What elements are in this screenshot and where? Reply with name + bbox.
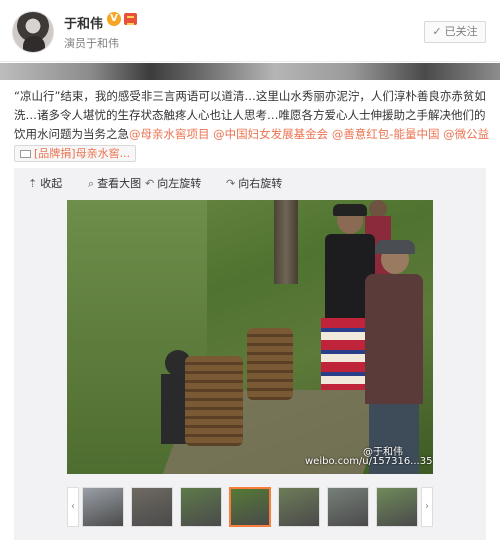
rotate-right-button[interactable]: ↷ 向右旋转	[226, 177, 282, 191]
thumbnail-strip: ‹ ›	[14, 482, 486, 532]
mention-link[interactable]: @微公益	[443, 127, 489, 141]
photo-person	[359, 240, 425, 474]
collapse-label: 收起	[40, 177, 63, 190]
view-large-label: 查看大图	[97, 177, 142, 190]
photo-basket	[247, 328, 293, 400]
next-arrow-icon[interactable]: ›	[421, 487, 433, 527]
brand-donation-link[interactable]: [品牌捐]母亲水窖...	[14, 145, 137, 162]
thumbnail[interactable]	[376, 487, 418, 527]
verified-icon: V	[107, 12, 121, 26]
rotate-left-button[interactable]: ↶ 向左旋转	[145, 177, 201, 191]
photo-basket	[185, 356, 243, 446]
follow-button[interactable]: ✓ 已关注	[424, 21, 486, 43]
thumbnail[interactable]	[131, 487, 173, 527]
user-name[interactable]: 于和伟	[64, 13, 103, 32]
view-large-button[interactable]: ⌕ 查看大图	[88, 177, 141, 191]
zoom-icon: ⌕	[88, 177, 95, 190]
prev-arrow-icon[interactable]: ‹	[67, 487, 79, 527]
avatar[interactable]	[12, 11, 54, 53]
thumbnail[interactable]	[82, 487, 124, 527]
thumbnail[interactable]	[229, 487, 271, 527]
collapse-icon: ⇡	[28, 177, 38, 190]
post-header: 于和伟 V 演员于和伟 ✓ 已关注	[0, 0, 500, 62]
mention-link[interactable]: @善意红包-能量中国	[332, 127, 440, 141]
photo-tree	[274, 200, 298, 284]
thumbnail[interactable]	[278, 487, 320, 527]
brand-donation-label: [品牌捐]母亲水窖...	[34, 147, 131, 160]
collapse-button[interactable]: ⇡ 收起	[28, 177, 62, 191]
media-toolbar: ⇡ 收起 ⌕ 查看大图 ↶ 向左旋转 ↷ 向右旋转	[14, 168, 486, 198]
mention-link[interactable]: @母亲水窖项目	[129, 127, 210, 141]
banner-strip	[0, 63, 500, 80]
thumbnail[interactable]	[180, 487, 222, 527]
thumbnail[interactable]	[327, 487, 369, 527]
user-description: 演员于和伟	[64, 37, 119, 50]
rotate-left-label: 向左旋转	[157, 177, 202, 190]
main-photo[interactable]: @于和伟 weibo.com/u/157316...35	[67, 200, 433, 474]
rotate-right-icon: ↷	[226, 177, 236, 190]
photo-watermark-url: weibo.com/u/157316...35	[305, 456, 433, 467]
vip-icon	[124, 13, 137, 25]
mention-link[interactable]: @中国妇女发展基金会	[213, 127, 328, 141]
card-icon	[20, 150, 31, 158]
follow-label: 已关注	[444, 25, 478, 38]
weibo-post-page: 于和伟 V 演员于和伟 ✓ 已关注 “凉山行”结束，我的感受非三言两语可以道清…这…	[0, 0, 500, 547]
rotate-left-icon: ↶	[145, 177, 155, 190]
post-text: “凉山行”结束，我的感受非三言两语可以道清…这里山水秀丽亦泥泞，人们淳朴善良亦赤…	[14, 87, 490, 163]
media-viewer: ⇡ 收起 ⌕ 查看大图 ↶ 向左旋转 ↷ 向右旋转 @于和伟 weibo.com/u/1…	[14, 168, 486, 540]
check-icon: ✓	[432, 25, 442, 38]
rotate-right-label: 向右旋转	[238, 177, 283, 190]
